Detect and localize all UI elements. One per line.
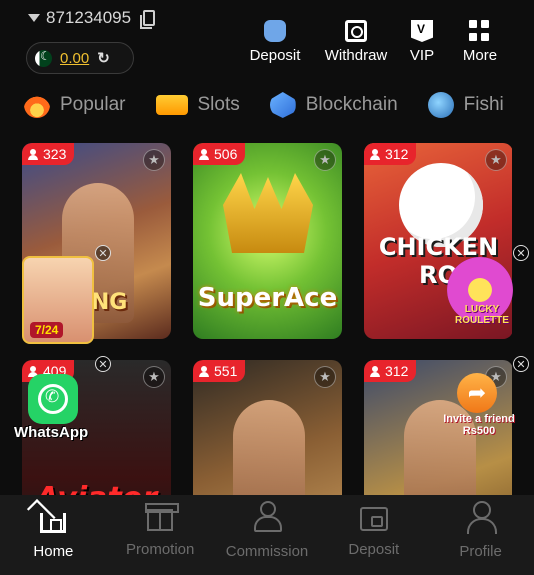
nav-home-label: Home	[33, 543, 74, 560]
tab-fishing-label: Fishi	[463, 94, 504, 115]
nav-promotion-label: Promotion	[126, 541, 195, 558]
nav-commission-label: Commission	[225, 543, 309, 560]
tab-popular[interactable]: Popular	[24, 92, 126, 118]
close-icon[interactable]: ✕	[95, 356, 111, 372]
whatsapp-button[interactable]	[28, 374, 78, 424]
user-icon	[199, 365, 209, 377]
close-icon[interactable]: ✕	[95, 245, 111, 261]
player-count: 506	[214, 146, 238, 162]
share-arrow-icon: ➦	[457, 373, 497, 413]
nav-home[interactable]: Home	[0, 495, 107, 575]
whatsapp-label: WhatsApp	[14, 424, 89, 441]
tab-slots[interactable]: Slots	[155, 92, 240, 118]
deposit-button[interactable]: Deposit	[234, 20, 316, 64]
refresh-icon[interactable]: ↻	[97, 49, 110, 67]
nav-profile[interactable]: Profile	[427, 495, 534, 575]
player-count-badge: 312	[364, 143, 417, 165]
deposit-label: Deposit	[249, 47, 301, 64]
user-icon	[370, 148, 380, 160]
crown-artwork	[223, 173, 313, 253]
tab-slots-label: Slots	[197, 94, 240, 115]
favorite-star-icon[interactable]: ★	[143, 366, 165, 388]
whatsapp-icon	[38, 384, 68, 414]
fish-icon	[427, 92, 454, 118]
vip-icon	[411, 20, 433, 42]
pakistan-flag-icon	[35, 49, 52, 67]
user-icon	[28, 148, 38, 160]
home-icon	[40, 513, 67, 533]
nav-deposit[interactable]: Deposit	[320, 495, 427, 575]
vip-button[interactable]: VIP	[396, 20, 448, 64]
grid-icon	[469, 20, 491, 42]
withdraw-icon	[345, 20, 367, 42]
roulette-label: LUCKY ROULETTE	[455, 304, 509, 326]
nav-commission[interactable]: Commission	[214, 495, 321, 575]
more-label: More	[462, 47, 498, 64]
game-grid: 323 ★ KING 506 ★ SuperAce 312 ★ CHICKEN …	[22, 143, 512, 495]
user-icon	[199, 148, 209, 160]
dropdown-triangle-icon	[28, 14, 40, 22]
withdraw-label: Withdraw	[324, 47, 388, 64]
copy-icon[interactable]	[140, 10, 156, 29]
game-title: SuperAce	[197, 283, 338, 313]
more-button[interactable]: More	[448, 20, 512, 64]
tab-popular-label: Popular	[60, 94, 126, 115]
tab-blockchain[interactable]: Blockchain	[269, 92, 398, 118]
invite-friend-widget[interactable]: ➦ Invite a friend Rs500	[443, 373, 515, 451]
game-card[interactable]: 506 ★ SuperAce	[193, 143, 342, 339]
favorite-star-icon[interactable]: ★	[143, 149, 165, 171]
header-actions: Deposit Withdraw VIP More	[234, 20, 512, 64]
player-count: 312	[385, 363, 409, 379]
nav-promotion[interactable]: Promotion	[107, 495, 214, 575]
game-title: Aviator	[22, 481, 171, 495]
support-hours-label: 7/24	[30, 322, 64, 338]
people-icon	[251, 501, 283, 533]
nav-profile-label: Profile	[459, 543, 502, 560]
account-number: 871234095	[46, 8, 132, 27]
withdraw-button[interactable]: Withdraw	[316, 20, 396, 64]
slots-777-icon	[155, 95, 188, 115]
tab-blockchain-label: Blockchain	[305, 94, 398, 115]
category-tabs: Popular Slots Blockchain Fishi	[24, 92, 504, 118]
vip-label: VIP	[409, 47, 435, 64]
player-count: 323	[43, 146, 67, 162]
cowgirl-artwork	[233, 400, 305, 495]
close-icon[interactable]: ✕	[513, 245, 529, 261]
user-icon	[370, 365, 380, 377]
balance-value[interactable]: 0.00	[60, 50, 89, 67]
account-selector[interactable]: 871234095	[28, 8, 156, 29]
favorite-star-icon[interactable]: ★	[314, 149, 336, 171]
close-icon[interactable]: ✕	[513, 356, 529, 372]
invite-label: Invite a friend Rs500	[443, 413, 515, 437]
wallet-icon	[359, 507, 388, 531]
gift-icon	[145, 503, 180, 531]
player-count-badge: 551	[193, 360, 246, 382]
blockchain-icon	[269, 92, 296, 118]
favorite-star-icon[interactable]: ★	[314, 366, 336, 388]
game-card[interactable]: 551 ★	[193, 360, 342, 495]
wallet-bag-icon	[264, 20, 286, 42]
profile-icon	[465, 501, 497, 534]
balance-pill: 0.00 ↻	[26, 42, 134, 74]
fire-icon	[24, 92, 50, 118]
player-count: 312	[385, 146, 409, 162]
favorite-star-icon[interactable]: ★	[485, 149, 507, 171]
bottom-navigation: Home Promotion Commission Deposit Profil…	[0, 495, 534, 575]
player-count-badge: 323	[22, 143, 75, 165]
player-count-badge: 506	[193, 143, 246, 165]
nav-deposit-label: Deposit	[348, 541, 400, 558]
tab-fishing[interactable]: Fishi	[427, 92, 504, 118]
player-count: 551	[214, 363, 238, 379]
player-count-badge: 312	[364, 360, 417, 382]
